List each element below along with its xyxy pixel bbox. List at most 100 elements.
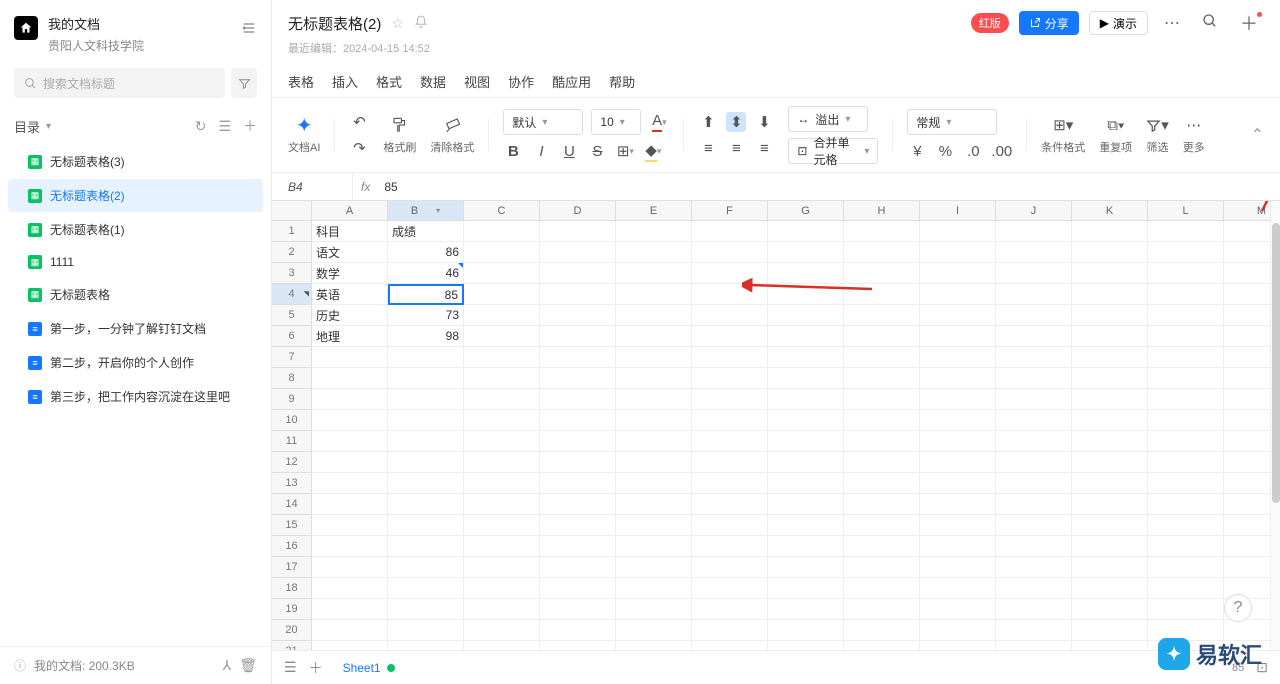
font-size-select[interactable]: 10▾ <box>591 109 641 135</box>
cell[interactable] <box>844 326 920 347</box>
column-header[interactable]: J <box>996 201 1072 221</box>
cell[interactable] <box>1072 347 1148 368</box>
cell[interactable] <box>464 431 540 452</box>
cell[interactable] <box>1072 557 1148 578</box>
cell[interactable] <box>1148 368 1224 389</box>
cell[interactable] <box>464 452 540 473</box>
cell[interactable] <box>1072 494 1148 515</box>
cell[interactable] <box>540 557 616 578</box>
cell[interactable] <box>540 347 616 368</box>
cell[interactable] <box>388 410 464 431</box>
cell[interactable] <box>1072 515 1148 536</box>
cell[interactable] <box>996 389 1072 410</box>
cell[interactable] <box>388 599 464 620</box>
row-header[interactable]: 10 <box>272 410 312 431</box>
add-sheet-icon[interactable]: ＋ <box>309 658 323 678</box>
cell[interactable] <box>768 263 844 284</box>
cell[interactable]: 数学 <box>312 263 388 284</box>
cell[interactable] <box>1224 410 1270 431</box>
cell[interactable] <box>1148 305 1224 326</box>
row-header[interactable]: 11 <box>272 431 312 452</box>
cell[interactable] <box>996 473 1072 494</box>
cells-area[interactable]: 科目成绩语文86数学46英语85历史73地理98 <box>312 221 1270 650</box>
cell[interactable] <box>540 389 616 410</box>
cell[interactable] <box>920 641 996 650</box>
cell[interactable] <box>844 431 920 452</box>
cell[interactable] <box>844 221 920 242</box>
cell[interactable]: 46 <box>388 263 464 284</box>
cell[interactable] <box>844 641 920 650</box>
menu-item[interactable]: 视图 <box>464 72 490 91</box>
cell[interactable] <box>616 347 692 368</box>
cell[interactable] <box>920 284 996 305</box>
cell[interactable] <box>616 536 692 557</box>
cell[interactable] <box>920 431 996 452</box>
cell[interactable] <box>464 221 540 242</box>
cell[interactable] <box>1224 452 1270 473</box>
status-menu-icon[interactable]: ⊡ <box>1256 659 1268 676</box>
cell[interactable] <box>768 347 844 368</box>
cell[interactable] <box>540 431 616 452</box>
cell[interactable] <box>996 536 1072 557</box>
cell[interactable] <box>920 368 996 389</box>
cell[interactable] <box>616 494 692 515</box>
cell[interactable] <box>464 347 540 368</box>
cell[interactable] <box>768 410 844 431</box>
cell[interactable] <box>1072 620 1148 641</box>
more-toolbar-icon[interactable]: ⋯ <box>1184 115 1204 135</box>
redo-icon[interactable]: ↷ <box>349 138 369 158</box>
cell-ref[interactable]: B4 <box>272 180 352 194</box>
align-center-icon[interactable]: ≡ <box>726 138 746 158</box>
cell[interactable] <box>920 305 996 326</box>
cell[interactable]: 98 <box>388 326 464 347</box>
row-header[interactable]: 5 <box>272 305 312 326</box>
cell[interactable] <box>996 620 1072 641</box>
cell[interactable]: 语文 <box>312 242 388 263</box>
sidebar-item[interactable]: ▦1111 <box>8 247 263 277</box>
cell[interactable] <box>844 515 920 536</box>
row-header[interactable]: 13 <box>272 473 312 494</box>
cell[interactable] <box>1072 431 1148 452</box>
cell[interactable] <box>844 557 920 578</box>
cell[interactable] <box>920 221 996 242</box>
cell[interactable]: 英语 <box>312 284 388 305</box>
cell[interactable] <box>540 305 616 326</box>
cell[interactable] <box>768 578 844 599</box>
cell[interactable] <box>1072 473 1148 494</box>
menu-item[interactable]: 插入 <box>332 72 358 91</box>
cell[interactable] <box>464 557 540 578</box>
cell[interactable] <box>388 368 464 389</box>
cell[interactable] <box>1224 641 1270 650</box>
cell[interactable] <box>388 389 464 410</box>
cell[interactable] <box>464 641 540 650</box>
cell[interactable] <box>996 557 1072 578</box>
cell[interactable] <box>768 452 844 473</box>
cell[interactable] <box>844 452 920 473</box>
cell[interactable] <box>312 368 388 389</box>
cell[interactable] <box>388 515 464 536</box>
cell[interactable] <box>312 641 388 650</box>
cell[interactable] <box>768 515 844 536</box>
sidebar-item[interactable]: ▦无标题表格(1) <box>8 213 263 246</box>
cell[interactable] <box>996 578 1072 599</box>
version-badge[interactable]: 红版 <box>971 13 1009 33</box>
cell[interactable] <box>464 389 540 410</box>
cell[interactable] <box>540 242 616 263</box>
row-header[interactable]: 18 <box>272 578 312 599</box>
cell[interactable] <box>844 389 920 410</box>
cell[interactable] <box>312 494 388 515</box>
cell[interactable] <box>996 242 1072 263</box>
cell[interactable] <box>464 578 540 599</box>
cell[interactable] <box>1224 431 1270 452</box>
cell[interactable] <box>540 641 616 650</box>
cell[interactable] <box>1148 494 1224 515</box>
cell[interactable] <box>692 641 768 650</box>
cell[interactable] <box>920 452 996 473</box>
column-header[interactable]: A <box>312 201 388 221</box>
cell[interactable] <box>692 368 768 389</box>
cell[interactable] <box>692 599 768 620</box>
cell[interactable] <box>692 473 768 494</box>
cell[interactable] <box>540 263 616 284</box>
cell[interactable] <box>996 263 1072 284</box>
column-header[interactable]: L <box>1148 201 1224 221</box>
